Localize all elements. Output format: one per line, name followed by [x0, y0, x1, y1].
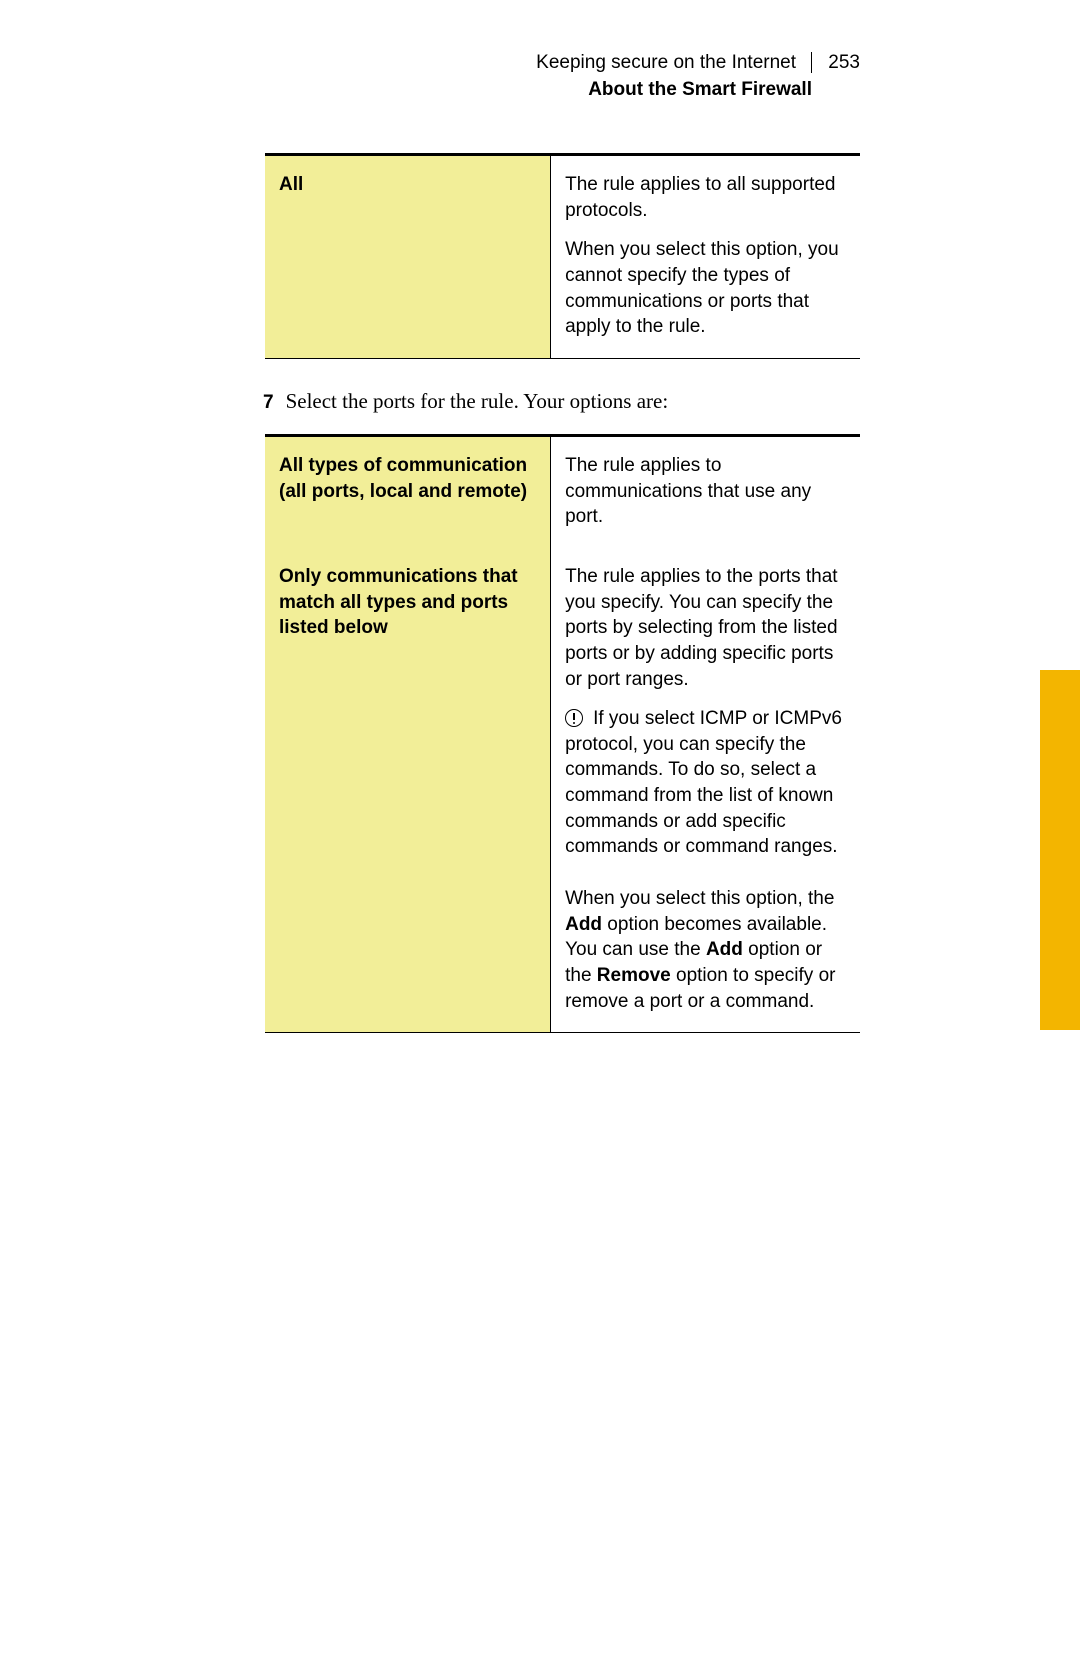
table-row: Only communications that match all types…	[265, 548, 860, 1033]
note-lead-text: If you select ICMP	[593, 708, 747, 729]
option-description: The rule applies to the ports that you s…	[551, 548, 860, 1033]
description-paragraph: When you select this option, you cannot …	[565, 237, 850, 340]
section-title: About the Smart Firewall	[0, 77, 860, 104]
note-paragraph: If you select ICMP or ICMPv6 protocol, y…	[565, 706, 850, 860]
step-text: Select the ports for the rule. Your opti…	[286, 389, 669, 413]
option-label: Only communications that match all types…	[265, 548, 551, 1033]
ports-table: All types of communication (all ports, l…	[265, 434, 860, 1033]
note-rest-text: or ICMPv6 protocol, you can specify the …	[565, 708, 842, 857]
add-label: Add	[706, 939, 743, 960]
remove-label: Remove	[597, 965, 671, 986]
note-icon	[565, 709, 583, 727]
main-content: All The rule applies to all supported pr…	[0, 103, 1080, 1033]
add-label: Add	[565, 914, 602, 935]
option-description: The rule applies to all supported protoc…	[551, 155, 860, 359]
option-label: All	[265, 155, 551, 359]
header-divider	[811, 52, 822, 73]
description-paragraph: When you select this option, the Add opt…	[565, 886, 850, 1014]
description-paragraph: The rule applies to all supported protoc…	[565, 172, 850, 223]
step-line: 7 Select the ports for the rule. Your opt…	[263, 389, 860, 414]
page-number: 253	[828, 52, 860, 73]
protocol-table: All The rule applies to all supported pr…	[265, 153, 860, 359]
description-paragraph: The rule applies to communications that …	[565, 453, 850, 530]
option-label: All types of communication (all ports, l…	[265, 436, 551, 548]
description-paragraph: The rule applies to the ports that you s…	[565, 564, 850, 692]
side-tab	[1040, 670, 1080, 1030]
header-top-line: Keeping secure on the Internet 253	[536, 50, 860, 77]
table-row: All types of communication (all ports, l…	[265, 436, 860, 548]
chapter-title: Keeping secure on the Internet	[536, 52, 796, 73]
table-row: All The rule applies to all supported pr…	[265, 155, 860, 359]
page-header: Keeping secure on the Internet 253 About…	[0, 0, 1080, 103]
option-description: The rule applies to communications that …	[551, 436, 860, 548]
step-number: 7	[263, 392, 274, 413]
